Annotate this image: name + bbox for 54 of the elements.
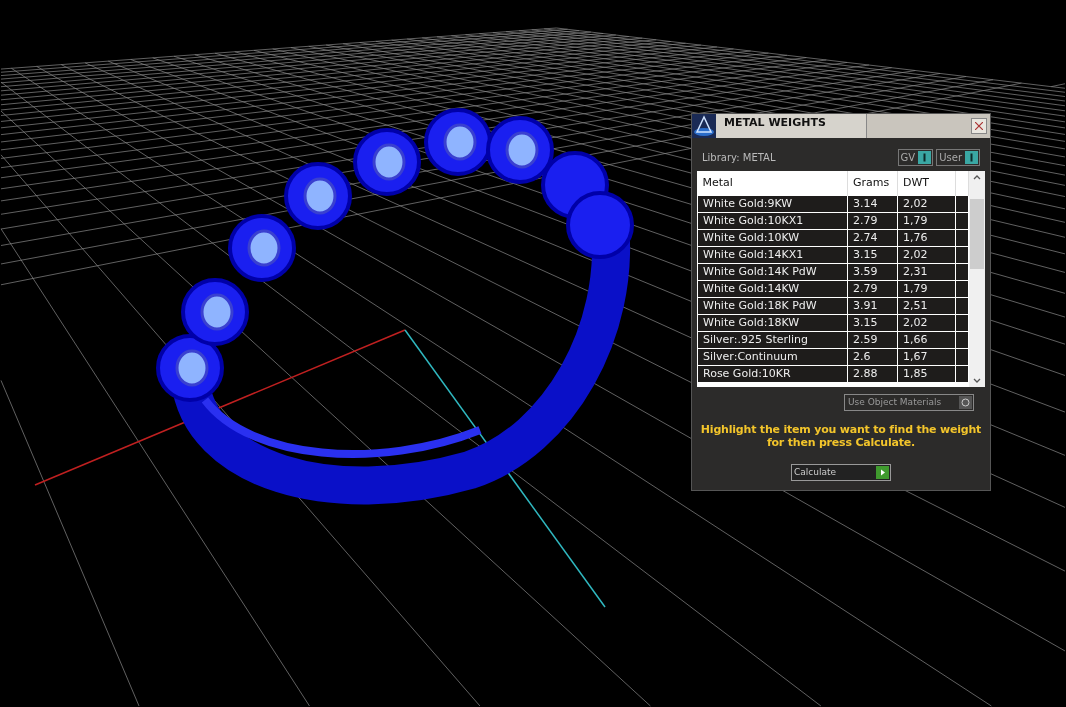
table-cell: 3.14 bbox=[847, 195, 898, 212]
scroll-thumb[interactable] bbox=[970, 199, 984, 269]
table-cell: White Gold:9KW bbox=[697, 195, 848, 212]
scrollbar[interactable] bbox=[969, 171, 985, 387]
table-cell: 2.74 bbox=[847, 229, 898, 246]
table-cell: Silver:.925 Sterling bbox=[697, 331, 848, 348]
library-label: Library: METAL bbox=[702, 151, 776, 165]
table-cell: 1,66 bbox=[897, 331, 956, 348]
instruction-text: Highlight the item you want to find the weight for then press Calculate. bbox=[699, 423, 983, 449]
pyramid-icon bbox=[692, 114, 716, 138]
table-cell: 1,79 bbox=[897, 280, 956, 297]
table-cell: White Gold:14K PdW bbox=[697, 263, 848, 280]
table-cell: 2.59 bbox=[847, 331, 898, 348]
calculate-button[interactable]: Calculate bbox=[791, 464, 891, 481]
table-cell: 3.15 bbox=[847, 314, 898, 331]
table-cell: 2,51 bbox=[897, 297, 956, 314]
table-cell: 2.79 bbox=[847, 280, 898, 297]
scroll-up-icon bbox=[973, 175, 981, 180]
close-icon bbox=[975, 122, 983, 130]
table-cell: 2,31 bbox=[897, 263, 956, 280]
table-cell: 2,02 bbox=[897, 195, 956, 212]
table-cell: White Gold:14KW bbox=[697, 280, 848, 297]
close-button[interactable] bbox=[971, 118, 987, 134]
table-cell: Silver:Continuum bbox=[697, 348, 848, 365]
column-header[interactable]: Grams bbox=[847, 171, 898, 195]
table-cell: 1,79 bbox=[897, 212, 956, 229]
table-cell: White Gold:18K PdW bbox=[697, 297, 848, 314]
table-cell: 1,85 bbox=[897, 365, 956, 382]
table-cell: White Gold:14KX1 bbox=[697, 246, 848, 263]
column-header[interactable]: DWT bbox=[897, 171, 956, 195]
column-header[interactable]: Metal bbox=[697, 171, 848, 195]
table-cell: 3.15 bbox=[847, 246, 898, 263]
table-cell: Rose Gold:10KR bbox=[697, 365, 848, 382]
table-cell: White Gold:18KW bbox=[697, 314, 848, 331]
table-cell: 2.88 bbox=[847, 365, 898, 382]
table-cell: 1,76 bbox=[897, 229, 956, 246]
library-toggle[interactable]: GV bbox=[897, 149, 934, 166]
table-cell: 2.79 bbox=[847, 212, 898, 229]
on-indicator-icon bbox=[918, 151, 932, 164]
table-cell: White Gold:10KW bbox=[697, 229, 848, 246]
library-toggle[interactable]: User bbox=[936, 149, 980, 166]
table-cell: White Gold:10KX1 bbox=[697, 212, 848, 229]
table-cell: 3.91 bbox=[847, 297, 898, 314]
scroll-down-icon bbox=[973, 378, 981, 383]
use-object-materials-toggle[interactable]: Use Object Materials bbox=[844, 394, 974, 411]
off-indicator-icon bbox=[959, 396, 972, 409]
table-cell: 2,02 bbox=[897, 246, 956, 263]
table-cell: 2.6 bbox=[847, 348, 898, 365]
play-icon bbox=[876, 466, 889, 479]
table-cell: 2,02 bbox=[897, 314, 956, 331]
table-cell: 3.59 bbox=[847, 263, 898, 280]
on-indicator-icon bbox=[965, 151, 978, 164]
table-cell: 1,67 bbox=[897, 348, 956, 365]
panel-title: METAL WEIGHTS bbox=[716, 114, 867, 138]
